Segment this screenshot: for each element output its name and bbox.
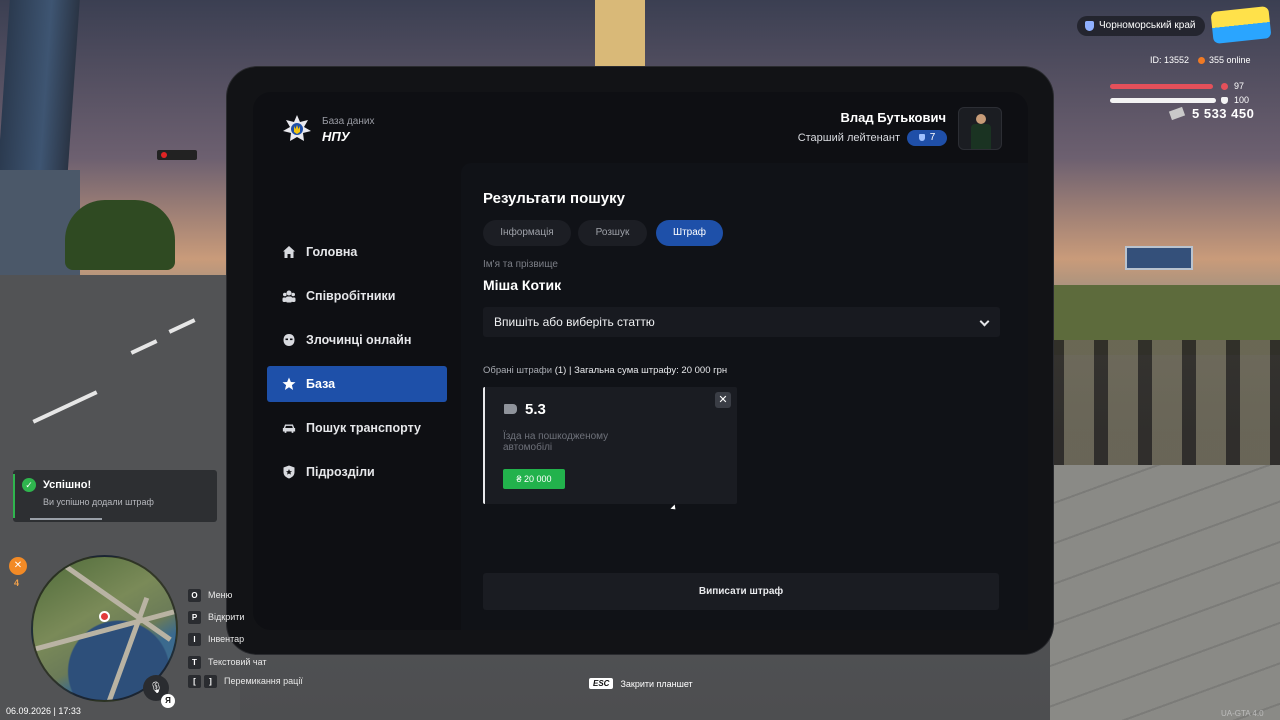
esc-hint: ESC Закрити планшет (589, 678, 693, 689)
armor-bar (1110, 98, 1216, 103)
sidebar-item-label: База (306, 377, 336, 391)
article-select[interactable]: Впишіть або виберіть статтю (483, 307, 1000, 337)
rank-shield-icon (918, 134, 925, 141)
background-billboard (1125, 246, 1193, 270)
tag-icon (504, 404, 517, 414)
sidebar-item-home[interactable]: Головна (267, 234, 447, 270)
rank-level: 7 (929, 132, 936, 143)
key-hint-radio: [] Перемикання рації (188, 674, 303, 688)
shield-star-icon (282, 465, 296, 479)
background-fence (1050, 340, 1280, 470)
background-pillar (595, 0, 645, 68)
car-icon (282, 421, 296, 435)
sidebar-item-divisions[interactable]: Підрозділи (267, 454, 447, 490)
employees-icon (282, 289, 296, 303)
user-name: Влад Бутькович (840, 110, 946, 125)
money-icon (1168, 106, 1186, 121)
player-marker-icon (99, 611, 110, 622)
success-notification: ✓ Успішно! Ви успішно додали штраф (13, 470, 217, 522)
notification-progress (30, 518, 102, 520)
tab-fine[interactable]: Штраф (656, 220, 723, 246)
online-counter: 355 online (1198, 55, 1251, 65)
sidebar-item-vehicle-search[interactable]: Пошук транспорту (267, 410, 447, 446)
sidebar-item-label: Злочинці онлайн (306, 333, 412, 347)
notification-text: Ви успішно додали штраф (43, 497, 154, 507)
mic-key: Я (161, 694, 175, 708)
watermark: UA-GTA 4.0 (1221, 709, 1264, 718)
game-logo (1210, 6, 1272, 44)
key-hint-inventory: I Інвентар (188, 632, 244, 646)
region-indicator: Чорноморський край (1077, 16, 1205, 36)
region-name: Чорноморський край (1099, 20, 1196, 31)
online-dot-icon (1198, 57, 1205, 64)
fines-summary-prefix: Обрані штрафи (483, 365, 553, 376)
heart-icon (1221, 83, 1228, 90)
home-icon (282, 245, 296, 259)
star-icon (282, 377, 296, 391)
region-shield-icon (1085, 21, 1094, 31)
money-value: 5 533 450 (1192, 106, 1255, 121)
app-title: НПУ (322, 129, 350, 144)
user-rank: Старший лейтенант (797, 132, 900, 144)
esc-hint-label: Закрити планшет (620, 678, 693, 689)
remove-fine-button[interactable]: ✕ (715, 392, 731, 408)
sidebar-item-label: Співробітники (306, 289, 396, 303)
avatar[interactable] (958, 107, 1002, 150)
fine-description: Їзда на пошкодженому автомобілі (503, 431, 609, 453)
check-icon: ✓ (22, 478, 36, 492)
health-bar (1110, 84, 1213, 89)
background-trees (65, 200, 175, 270)
key-hint-open: P Відкрити (188, 610, 244, 624)
online-count: 355 online (1209, 55, 1251, 65)
app-subtitle: База даних (322, 116, 375, 127)
traffic-light (157, 150, 197, 160)
health-value: 97 (1234, 81, 1245, 91)
police-star-icon (283, 115, 311, 141)
tab-wanted[interactable]: Розшук (578, 220, 647, 246)
esc-key: ESC (589, 678, 614, 689)
rank-badge: 7 (907, 130, 947, 146)
fine-article: 5.3 (525, 401, 546, 418)
money-display: 5 533 450 (1168, 106, 1255, 121)
sidebar-item-label: Підрозділи (306, 465, 375, 479)
criminal-mask-icon (282, 333, 296, 347)
sidebar-item-database[interactable]: База (267, 366, 447, 402)
sidebar-item-criminals-online[interactable]: Злочинці онлайн (267, 322, 447, 358)
armor-value: 100 (1234, 95, 1250, 105)
chevron-down-icon (979, 316, 990, 327)
armor-shield-icon (1221, 97, 1228, 104)
tab-information[interactable]: Інформація (483, 220, 571, 246)
sidebar-item-employees[interactable]: Співробітники (267, 278, 447, 314)
hunger-value: 4 (14, 578, 20, 588)
hunger-icon: ✕ (9, 557, 27, 575)
key-hint-text-chat: T Текстовий чат (188, 655, 267, 669)
fine-amount: ₴ 20 000 (503, 469, 565, 489)
date-time: 06.09.2026 | 17:33 (6, 706, 81, 716)
key-hint-menu: O Меню (188, 588, 232, 602)
server-id: ID: 13552 (1150, 55, 1190, 65)
fines-summary: Обрані штрафи (1) | Загальна сума штрафу… (483, 365, 727, 376)
person-name: Міша Котик (483, 277, 562, 293)
fines-total: | Загальна сума штрафу: 20 000 грн (568, 365, 728, 376)
fines-count: (1) (554, 365, 567, 376)
notification-title: Успішно! (43, 479, 92, 491)
issue-fine-button[interactable]: Виписати штраф (483, 573, 999, 610)
sidebar-item-label: Головна (306, 245, 358, 259)
background-pavement (1050, 465, 1280, 720)
article-select-placeholder: Впишіть або виберіть статтю (494, 315, 655, 329)
page-title: Результати пошуку (483, 190, 625, 207)
fine-card: 5.3 Їзда на пошкодженому автомобілі ₴ 20… (483, 387, 737, 504)
name-label: Ім'я та прізвище (483, 259, 558, 270)
sidebar-item-label: Пошук транспорту (306, 421, 421, 435)
